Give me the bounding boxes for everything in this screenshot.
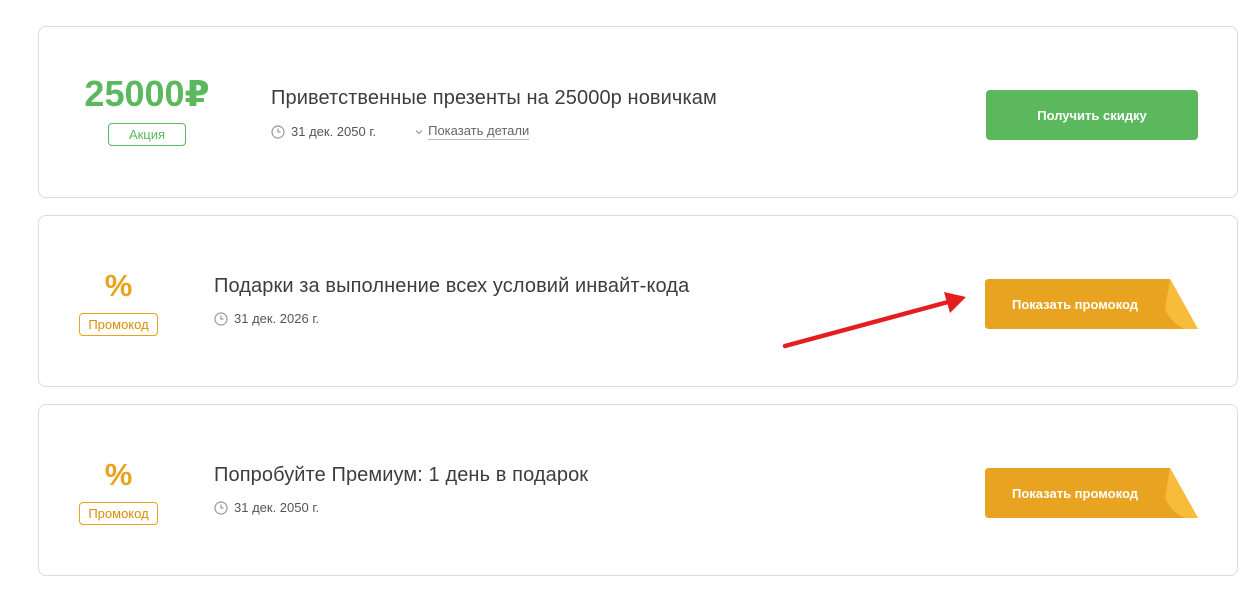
offer-card: % Промокод Подарки за выполнение всех ус… — [38, 215, 1238, 387]
offer-info: Попробуйте Премиум: 1 день в подарок 31 … — [214, 462, 588, 515]
offer-card: 25000₽ Акция Приветственные презенты на … — [38, 26, 1238, 198]
offer-meta: 31 дек. 2050 г. — [214, 500, 588, 515]
chevron-down-icon — [415, 129, 423, 134]
clock-icon — [214, 500, 228, 515]
offer-title: Приветственные презенты на 25000р новичк… — [271, 87, 717, 109]
percent-icon: % — [104, 268, 133, 303]
offer-expiry-date: 31 дек. 2050 г. — [234, 500, 320, 515]
clock-icon — [214, 311, 228, 326]
offer-type-badge: Акция — [108, 123, 186, 146]
show-details-toggle[interactable]: Показать детали — [414, 123, 530, 140]
offer-value-block: % Промокод — [79, 457, 158, 525]
show-promocode-label: Показать промокод — [1012, 296, 1138, 312]
offer-amount: 25000₽ — [84, 73, 210, 114]
show-promocode-button[interactable]: Показать промокод — [985, 468, 1198, 518]
offer-type-badge: Промокод — [79, 502, 158, 525]
offer-type-badge: Промокод — [79, 313, 158, 336]
offer-info: Подарки за выполнение всех условий инвай… — [214, 273, 689, 326]
show-promocode-button[interactable]: Показать промокод — [985, 279, 1198, 329]
offer-expiry-date: 31 дек. 2026 г. — [234, 311, 320, 326]
offers-page: 25000₽ Акция Приветственные презенты на … — [0, 0, 1244, 589]
offer-title: Подарки за выполнение всех условий инвай… — [214, 275, 690, 297]
show-promocode-label: Показать промокод — [1012, 485, 1138, 501]
offer-card: % Промокод Попробуйте Премиум: 1 день в … — [38, 404, 1238, 576]
clock-icon — [271, 124, 285, 139]
show-details-link[interactable]: Показать детали — [428, 123, 530, 140]
percent-icon: % — [104, 457, 133, 492]
offer-value-block: % Промокод — [79, 268, 158, 336]
offer-meta: 31 дек. 2026 г. — [214, 311, 689, 326]
offer-title: Попробуйте Премиум: 1 день в подарок — [214, 464, 589, 486]
offer-value-block: 25000₽ Акция — [79, 73, 215, 146]
get-discount-button[interactable]: Получить скидку — [986, 90, 1198, 140]
offer-info: Приветственные презенты на 25000р новичк… — [271, 85, 717, 140]
offer-expiry-date: 31 дек. 2050 г. — [291, 124, 377, 139]
offer-meta: 31 дек. 2050 г. Показать детали — [271, 123, 717, 140]
